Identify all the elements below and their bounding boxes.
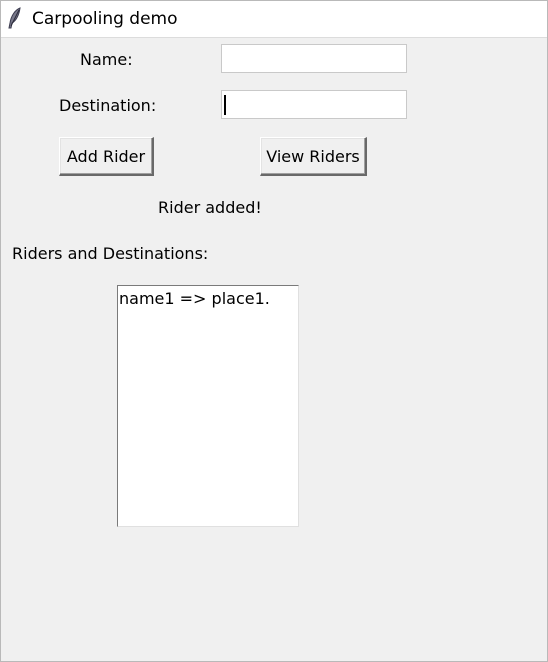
view-riders-button[interactable]: View Riders bbox=[260, 137, 367, 176]
status-message: Rider added! bbox=[158, 198, 262, 217]
window-title: Carpooling demo bbox=[32, 9, 178, 29]
feather-icon bbox=[7, 7, 23, 29]
name-label: Name: bbox=[80, 50, 133, 69]
text-cursor bbox=[224, 95, 226, 115]
title-bar: Carpooling demo bbox=[1, 1, 547, 38]
app-window: Carpooling demo Name: Destination: Add R… bbox=[0, 0, 548, 662]
destination-input[interactable] bbox=[221, 90, 407, 119]
add-rider-button[interactable]: Add Rider bbox=[59, 137, 154, 176]
riders-listbox[interactable]: name1 => place1. bbox=[117, 285, 299, 527]
destination-label: Destination: bbox=[59, 96, 157, 115]
name-input[interactable] bbox=[221, 44, 407, 73]
list-item[interactable]: name1 => place1. bbox=[118, 286, 298, 308]
riders-heading: Riders and Destinations: bbox=[12, 244, 209, 263]
